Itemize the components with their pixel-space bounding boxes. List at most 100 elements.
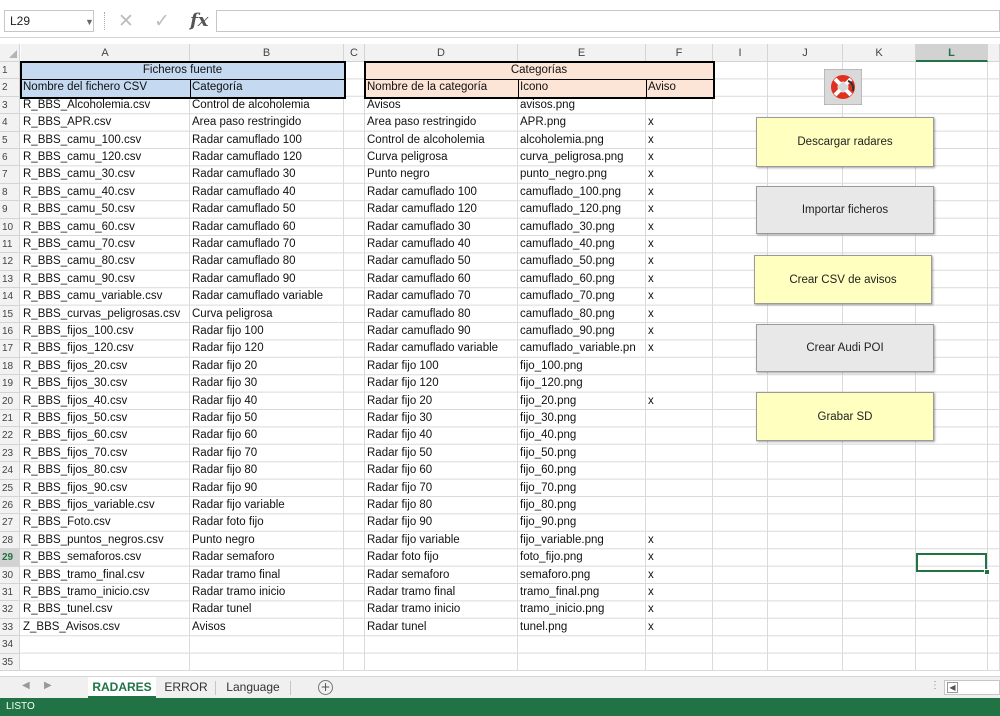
cell-d25[interactable]: Radar fijo 70 <box>365 480 518 497</box>
row-header[interactable]: 22 <box>0 427 20 445</box>
row-header[interactable]: 18 <box>0 357 20 376</box>
cell-d6[interactable]: Curva peligrosa <box>365 149 518 166</box>
cell-d18[interactable]: Radar fijo 100 <box>365 358 518 375</box>
row-header[interactable]: 2 <box>0 79 20 97</box>
cell-d8[interactable]: Radar camuflado 100 <box>365 184 518 201</box>
cell-d22[interactable]: Radar fijo 40 <box>365 427 518 444</box>
cell-d14[interactable]: Radar camuflado 70 <box>365 288 518 305</box>
chevron-down-icon[interactable]: ▼ <box>85 12 94 32</box>
row-header[interactable]: 8 <box>0 183 20 202</box>
cell-a31[interactable]: R_BBS_tramo_inicio.csv <box>21 584 190 601</box>
select-all-corner[interactable] <box>0 44 20 62</box>
cell-b31[interactable]: Radar tramo inicio <box>190 584 344 601</box>
cell-df1[interactable]: Categorías <box>365 62 713 79</box>
cell-d30[interactable]: Radar semaforo <box>365 567 518 584</box>
active-cell-L29[interactable] <box>916 553 987 572</box>
cell-e9[interactable]: camuflado_120.png <box>518 201 646 218</box>
cancel-icon[interactable]: ✕ <box>118 9 134 33</box>
cell-e18[interactable]: fijo_100.png <box>518 358 646 375</box>
column-header-d[interactable]: D <box>365 44 518 62</box>
cell-d27[interactable]: Radar fijo 90 <box>365 514 518 531</box>
cell-f6[interactable]: x <box>646 149 713 166</box>
cell-a3[interactable]: R_BBS_Alcoholemia.csv <box>21 97 190 114</box>
cell-e29[interactable]: foto_fijo.png <box>518 549 646 566</box>
split-handle-icon[interactable]: ⋮ <box>930 680 940 691</box>
row-header[interactable]: 13 <box>0 270 20 289</box>
row-header[interactable]: 15 <box>0 305 20 323</box>
cell-e33[interactable]: tunel.png <box>518 619 646 636</box>
cell-f30[interactable]: x <box>646 567 713 584</box>
cell-a20[interactable]: R_BBS_fijos_40.csv <box>21 393 190 410</box>
cell-a30[interactable]: R_BBS_tramo_final.csv <box>21 567 190 584</box>
row-header[interactable]: 14 <box>0 288 20 306</box>
cell-b4[interactable]: Area paso restringido <box>190 114 344 131</box>
cell-b21[interactable]: Radar fijo 50 <box>190 410 344 427</box>
cell-d13[interactable]: Radar camuflado 60 <box>365 271 518 288</box>
cell-d31[interactable]: Radar tramo final <box>365 584 518 601</box>
cell-b8[interactable]: Radar camuflado 40 <box>190 184 344 201</box>
cell-f15[interactable]: x <box>646 306 713 323</box>
cell-a29[interactable]: R_BBS_semaforos.csv <box>21 549 190 566</box>
cell-a23[interactable]: R_BBS_fijos_70.csv <box>21 445 190 462</box>
importar-ficheros-button[interactable]: Importar ficheros <box>756 186 934 234</box>
fill-handle[interactable] <box>984 569 990 575</box>
column-header-e[interactable]: E <box>518 44 646 62</box>
tab-scroll-left-icon[interactable]: ◀ <box>22 680 30 691</box>
cell-a14[interactable]: R_BBS_camu_variable.csv <box>21 288 190 305</box>
cell-e19[interactable]: fijo_120.png <box>518 375 646 392</box>
cell-a26[interactable]: R_BBS_fijos_variable.csv <box>21 497 190 514</box>
formula-input[interactable] <box>216 10 1000 32</box>
cell-a21[interactable]: R_BBS_fijos_50.csv <box>21 410 190 427</box>
cell-e21[interactable]: fijo_30.png <box>518 410 646 427</box>
add-sheet-icon[interactable]: + <box>318 680 333 695</box>
grabar-sd-button[interactable]: Grabar SD <box>756 392 934 441</box>
cell-f13[interactable]: x <box>646 271 713 288</box>
cell-a4[interactable]: R_BBS_APR.csv <box>21 114 190 131</box>
row-header[interactable]: 35 <box>0 653 20 671</box>
cell-a33[interactable]: Z_BBS_Avisos.csv <box>21 619 190 636</box>
cell-a2[interactable]: Nombre del fichero CSV <box>21 79 190 96</box>
row-header[interactable]: 7 <box>0 166 20 184</box>
row-header[interactable]: 3 <box>0 96 20 115</box>
cell-f8[interactable]: x <box>646 184 713 201</box>
row-header[interactable]: 9 <box>0 201 20 219</box>
cell-e32[interactable]: tramo_inicio.png <box>518 601 646 618</box>
tab-radares[interactable]: RADARES <box>88 677 156 698</box>
cell-a7[interactable]: R_BBS_camu_30.csv <box>21 166 190 183</box>
crear-audi-poi-button[interactable]: Crear Audi POI <box>756 324 934 372</box>
column-header-b[interactable]: B <box>190 44 344 62</box>
cell-f12[interactable]: x <box>646 253 713 270</box>
cell-a10[interactable]: R_BBS_camu_60.csv <box>21 219 190 236</box>
cell-a5[interactable]: R_BBS_camu_100.csv <box>21 132 190 149</box>
cell-b11[interactable]: Radar camuflado 70 <box>190 236 344 253</box>
cell-a13[interactable]: R_BBS_camu_90.csv <box>21 271 190 288</box>
row-header[interactable]: 25 <box>0 479 20 497</box>
cell-a17[interactable]: R_BBS_fijos_120.csv <box>21 340 190 357</box>
cell-d11[interactable]: Radar camuflado 40 <box>365 236 518 253</box>
cell-d12[interactable]: Radar camuflado 50 <box>365 253 518 270</box>
cell-d3[interactable]: Avisos <box>365 97 518 114</box>
cell-e13[interactable]: camuflado_60.png <box>518 271 646 288</box>
cell-a25[interactable]: R_BBS_fijos_90.csv <box>21 480 190 497</box>
column-header-k[interactable]: K <box>843 44 916 62</box>
cell-e6[interactable]: curva_peligrosa.png <box>518 149 646 166</box>
cell-e31[interactable]: tramo_final.png <box>518 584 646 601</box>
cell-e17[interactable]: camuflado_variable.pn <box>518 340 646 357</box>
cell-b7[interactable]: Radar camuflado 30 <box>190 166 344 183</box>
cell-d15[interactable]: Radar camuflado 80 <box>365 306 518 323</box>
cell-b17[interactable]: Radar fijo 120 <box>190 340 344 357</box>
cell-b26[interactable]: Radar fijo variable <box>190 497 344 514</box>
column-header-f[interactable]: F <box>646 44 713 62</box>
cell-e7[interactable]: punto_negro.png <box>518 166 646 183</box>
cell-f23[interactable] <box>646 445 713 462</box>
cell-e23[interactable]: fijo_50.png <box>518 445 646 462</box>
worksheet-grid[interactable]: ABCDEFIJKL 1 2 3 4 5 6 7 8 9 10 11 12 13 14 15 16 17 18 19… <box>0 44 1000 676</box>
cell-a22[interactable]: R_BBS_fijos_60.csv <box>21 427 190 444</box>
row-header[interactable]: 28 <box>0 531 20 550</box>
cell-a18[interactable]: R_BBS_fijos_20.csv <box>21 358 190 375</box>
cell-e15[interactable]: camuflado_80.png <box>518 306 646 323</box>
cell-b27[interactable]: Radar foto fijo <box>190 514 344 531</box>
cell-f26[interactable] <box>646 497 713 514</box>
cell-f16[interactable]: x <box>646 323 713 340</box>
row-header[interactable]: 34 <box>0 636 20 654</box>
